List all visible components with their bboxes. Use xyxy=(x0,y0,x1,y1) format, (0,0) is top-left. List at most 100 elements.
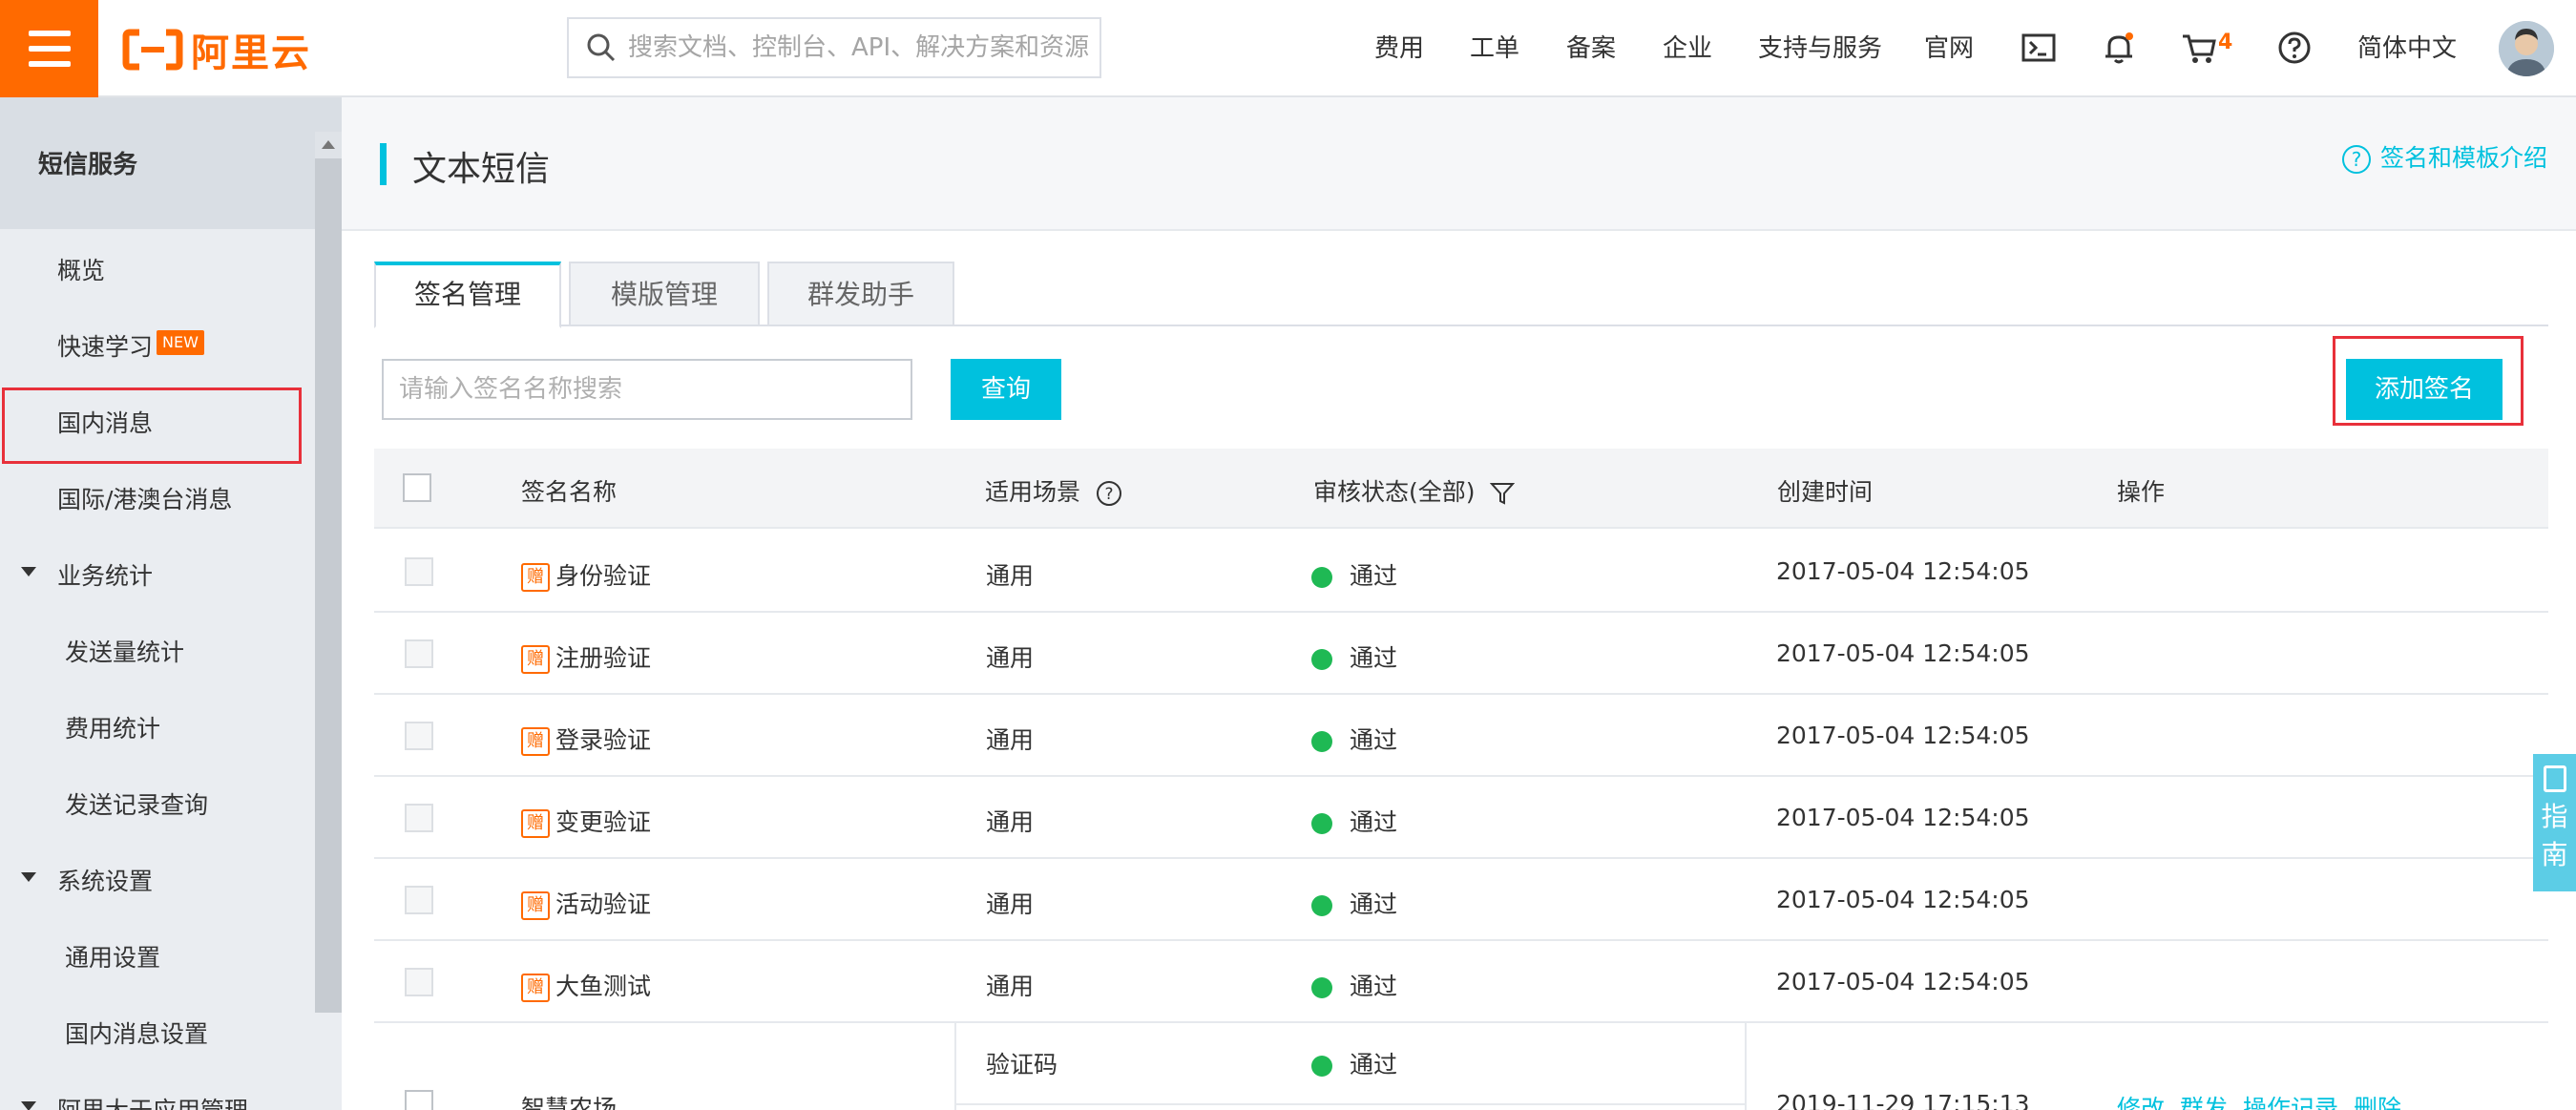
question-circle-icon[interactable]: ? xyxy=(1096,480,1122,507)
nav-tickets[interactable]: 工单 xyxy=(1470,31,1519,67)
signature-name-cell: 赠活动验证 xyxy=(521,886,651,920)
sidebar-item-label: 发送记录查询 xyxy=(65,791,209,819)
status-dot-icon xyxy=(1311,731,1332,752)
delete-link[interactable]: 删除 xyxy=(2354,1095,2401,1110)
svg-text:?: ? xyxy=(1104,485,1113,504)
sidebar-group-alidayu-apps[interactable]: 阿里大于应用管理 xyxy=(0,1069,315,1110)
document-icon xyxy=(2543,765,2566,792)
scene-cell: 验证码 xyxy=(986,1051,1058,1079)
signature-name: 变更验证 xyxy=(555,808,652,836)
guide-label-1: 指 xyxy=(2541,801,2568,832)
column-header-created-time: 创建时间 xyxy=(1777,478,1874,506)
scroll-up-arrow-icon[interactable] xyxy=(315,132,342,158)
scene-cell: 通用 xyxy=(986,890,1035,918)
highlight-box-add-signature xyxy=(2333,336,2524,426)
global-search[interactable] xyxy=(567,17,1101,78)
hamburger-menu-button[interactable] xyxy=(0,0,98,97)
guide-label-2: 南 xyxy=(2541,839,2568,870)
sidebar-item-domestic-message-settings[interactable]: 国内消息设置 xyxy=(0,993,315,1069)
gift-badge-icon: 赠 xyxy=(521,809,550,838)
column-header-scene-label: 适用场景 xyxy=(985,478,1081,506)
cart-button[interactable]: 4 xyxy=(2180,29,2256,67)
sidebar-item-label: 概览 xyxy=(57,257,106,284)
table-row: 赠注册验证 通用 通过 2017-05-04 12:54:05 xyxy=(374,613,2548,695)
nav-enterprise[interactable]: 企业 xyxy=(1663,31,1712,67)
cart-icon xyxy=(2183,34,2216,63)
signature-name: 登录验证 xyxy=(555,726,652,754)
page-title: 文本短信 xyxy=(412,150,551,189)
column-header-review-status[interactable]: 审核状态(全部) xyxy=(1313,473,1516,508)
aliyun-logo[interactable]: 阿里云 xyxy=(122,25,311,75)
sidebar-item-general-settings[interactable]: 通用设置 xyxy=(0,916,315,993)
tab-bar: 签名管理 模版管理 群发助手 xyxy=(374,262,2548,328)
sidebar-item-label: 阿里大于应用管理 xyxy=(57,1092,248,1110)
signature-template-intro-link[interactable]: ? 签名和模板介绍 xyxy=(2342,139,2547,174)
sidebar-scrollbar[interactable] xyxy=(315,136,342,1013)
table-header: 签名名称 适用场景 ? 审核状态(全部) 创建时间 操作 xyxy=(374,449,2548,529)
row-checkbox[interactable] xyxy=(405,557,433,586)
query-button[interactable]: 查询 xyxy=(951,359,1061,420)
status-dot-icon xyxy=(1311,1056,1332,1077)
sidebar-item-send-record-query[interactable]: 发送记录查询 xyxy=(0,764,315,840)
logo-text: 阿里云 xyxy=(191,31,311,75)
user-avatar[interactable] xyxy=(2499,21,2554,76)
status-cell: 通过 xyxy=(1311,639,1397,674)
tab-bulk-send-assistant[interactable]: 群发助手 xyxy=(767,262,954,326)
row-checkbox[interactable] xyxy=(405,639,433,668)
sidebar-item-cost-stats[interactable]: 费用统计 xyxy=(0,687,315,764)
guide-float-button[interactable]: 指 南 xyxy=(2533,754,2576,891)
top-navbar: 阿里云 费用 工单 备案 企业 支持与服务 官网 4 简体中文 xyxy=(0,0,2576,97)
status-text: 通过 xyxy=(1350,973,1398,1000)
operation-log-link[interactable]: 操作记录 xyxy=(2243,1095,2338,1110)
edit-link[interactable]: 修改 xyxy=(2117,1095,2165,1110)
cell-divider xyxy=(1745,1023,1747,1110)
gift-badge-icon: 赠 xyxy=(521,563,550,592)
status-text: 通过 xyxy=(1350,808,1398,836)
tab-template-management[interactable]: 模版管理 xyxy=(569,262,760,326)
row-checkbox[interactable] xyxy=(405,722,433,750)
column-header-signature-name: 签名名称 xyxy=(521,478,618,506)
column-header-actions: 操作 xyxy=(2117,478,2166,506)
help-icon[interactable] xyxy=(2275,29,2314,67)
sidebar-item-quick-start[interactable]: 快速学习 NEW xyxy=(0,305,315,382)
nav-support[interactable]: 支持与服务 xyxy=(1758,31,1882,67)
global-search-input[interactable] xyxy=(628,27,1096,69)
bulk-send-link[interactable]: 群发 xyxy=(2180,1095,2228,1110)
terminal-icon[interactable] xyxy=(2020,29,2058,67)
sidebar-item-send-volume-stats[interactable]: 发送量统计 xyxy=(0,611,315,687)
sidebar-header: 短信服务 xyxy=(0,97,342,229)
sidebar-item-international-messages[interactable]: 国际/港澳台消息 xyxy=(0,458,315,534)
status-text: 通过 xyxy=(1350,726,1398,754)
sidebar-item-label: 系统设置 xyxy=(57,868,154,895)
nav-fees[interactable]: 费用 xyxy=(1374,31,1424,67)
sidebar-item-label: 快速学习 xyxy=(57,333,154,361)
nav-icp-filing[interactable]: 备案 xyxy=(1566,31,1616,67)
table-row: 赠活动验证 通用 通过 2017-05-04 12:54:05 xyxy=(374,859,2548,941)
sidebar-item-overview[interactable]: 概览 xyxy=(0,229,315,305)
highlight-box-domestic-messages xyxy=(2,387,302,464)
tab-signature-management[interactable]: 签名管理 xyxy=(374,262,561,328)
column-header-review-status-label: 审核状态(全部) xyxy=(1313,478,1476,506)
row-checkbox[interactable] xyxy=(405,886,433,914)
row-checkbox[interactable] xyxy=(405,1090,433,1110)
cell-divider xyxy=(954,1023,956,1110)
scene-cell: 通用 xyxy=(986,808,1035,836)
signature-search-input[interactable] xyxy=(382,359,912,420)
sidebar-group-business-stats[interactable]: 业务统计 xyxy=(0,534,315,611)
filter-icon[interactable] xyxy=(1490,481,1516,506)
sidebar-group-system-settings[interactable]: 系统设置 xyxy=(0,840,315,916)
select-all-checkbox[interactable] xyxy=(403,473,431,502)
status-text: 通过 xyxy=(1350,644,1398,672)
table-row-partial: 智慧农场 验证码 通过 2019-11-29 17:15:13 修改 群发 操作记录… xyxy=(374,1023,2548,1110)
nav-official-site[interactable]: 官网 xyxy=(1924,31,1974,67)
scene-cell: 通用 xyxy=(986,644,1035,672)
gift-badge-icon: 赠 xyxy=(521,727,550,756)
row-checkbox[interactable] xyxy=(405,804,433,832)
scene-cell: 通用 xyxy=(986,726,1035,754)
language-switcher[interactable]: 简体中文 xyxy=(2357,31,2457,67)
bell-icon[interactable] xyxy=(2100,29,2138,67)
title-accent-bar xyxy=(380,143,387,185)
gift-badge-icon: 赠 xyxy=(521,645,550,674)
gift-badge-icon: 赠 xyxy=(521,891,550,920)
row-checkbox[interactable] xyxy=(405,968,433,996)
